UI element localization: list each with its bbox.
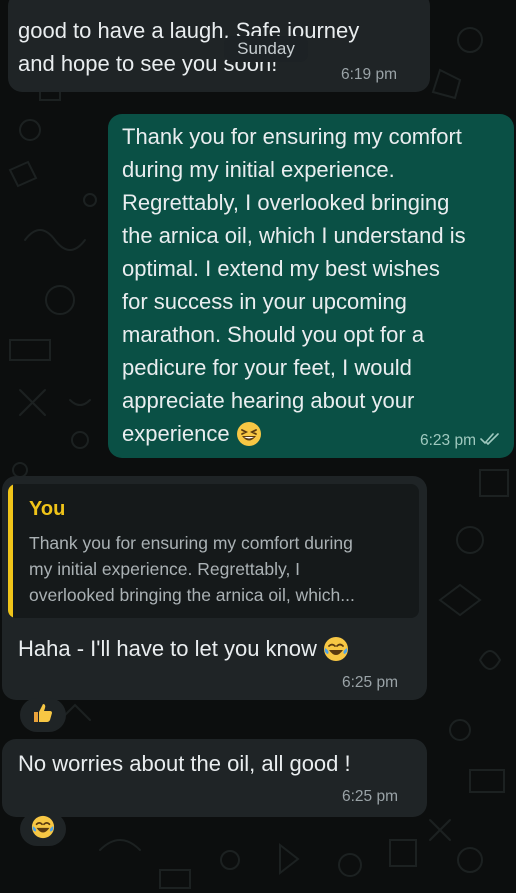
message-timestamp: 6:25 pm xyxy=(342,674,399,691)
quote-accent-bar xyxy=(8,484,13,618)
message-text-body: Haha - I'll have to let you know xyxy=(18,636,317,661)
chat-screen: good to have a laugh. Safe journey and h… xyxy=(0,0,516,893)
incoming-message-bubble[interactable]: good to have a laugh. Safe journey and h… xyxy=(8,0,430,92)
message-reaction[interactable] xyxy=(20,812,66,846)
message-text: Haha - I'll have to let you know xyxy=(18,632,418,671)
quote-author: You xyxy=(29,498,66,520)
message-text: No worries about the oil, all good ! xyxy=(18,751,351,776)
incoming-message-bubble[interactable]: No worries about the oil, all good ! 6:2… xyxy=(2,739,427,817)
message-timestamp: 6:19 pm xyxy=(341,66,398,83)
thumbs-up-icon xyxy=(31,701,55,730)
message-timestamp: 6:25 pm xyxy=(342,788,399,805)
read-ticks-icon xyxy=(480,432,500,449)
quote-text: Thank you for ensuring my comfort during… xyxy=(29,533,355,605)
message-timestamp: 6:23 pm xyxy=(420,432,500,450)
message-reaction[interactable] xyxy=(20,698,66,732)
incoming-message-bubble[interactable]: You Thank you for ensuring my comfort du… xyxy=(2,476,427,700)
outgoing-message-bubble[interactable]: Thank you for ensuring my comfort during… xyxy=(108,114,514,458)
date-separator: Sunday xyxy=(224,36,308,62)
message-text-body: Thank you for ensuring my comfort during… xyxy=(122,124,466,446)
tears-of-joy-face-icon xyxy=(323,636,349,671)
tears-of-joy-face-icon xyxy=(31,815,55,844)
quoted-message[interactable]: You Thank you for ensuring my comfort du… xyxy=(8,484,419,618)
grinning-squinting-face-icon xyxy=(236,421,262,456)
message-time: 6:23 pm xyxy=(420,432,477,449)
message-text: Thank you for ensuring my comfort during… xyxy=(122,120,514,456)
